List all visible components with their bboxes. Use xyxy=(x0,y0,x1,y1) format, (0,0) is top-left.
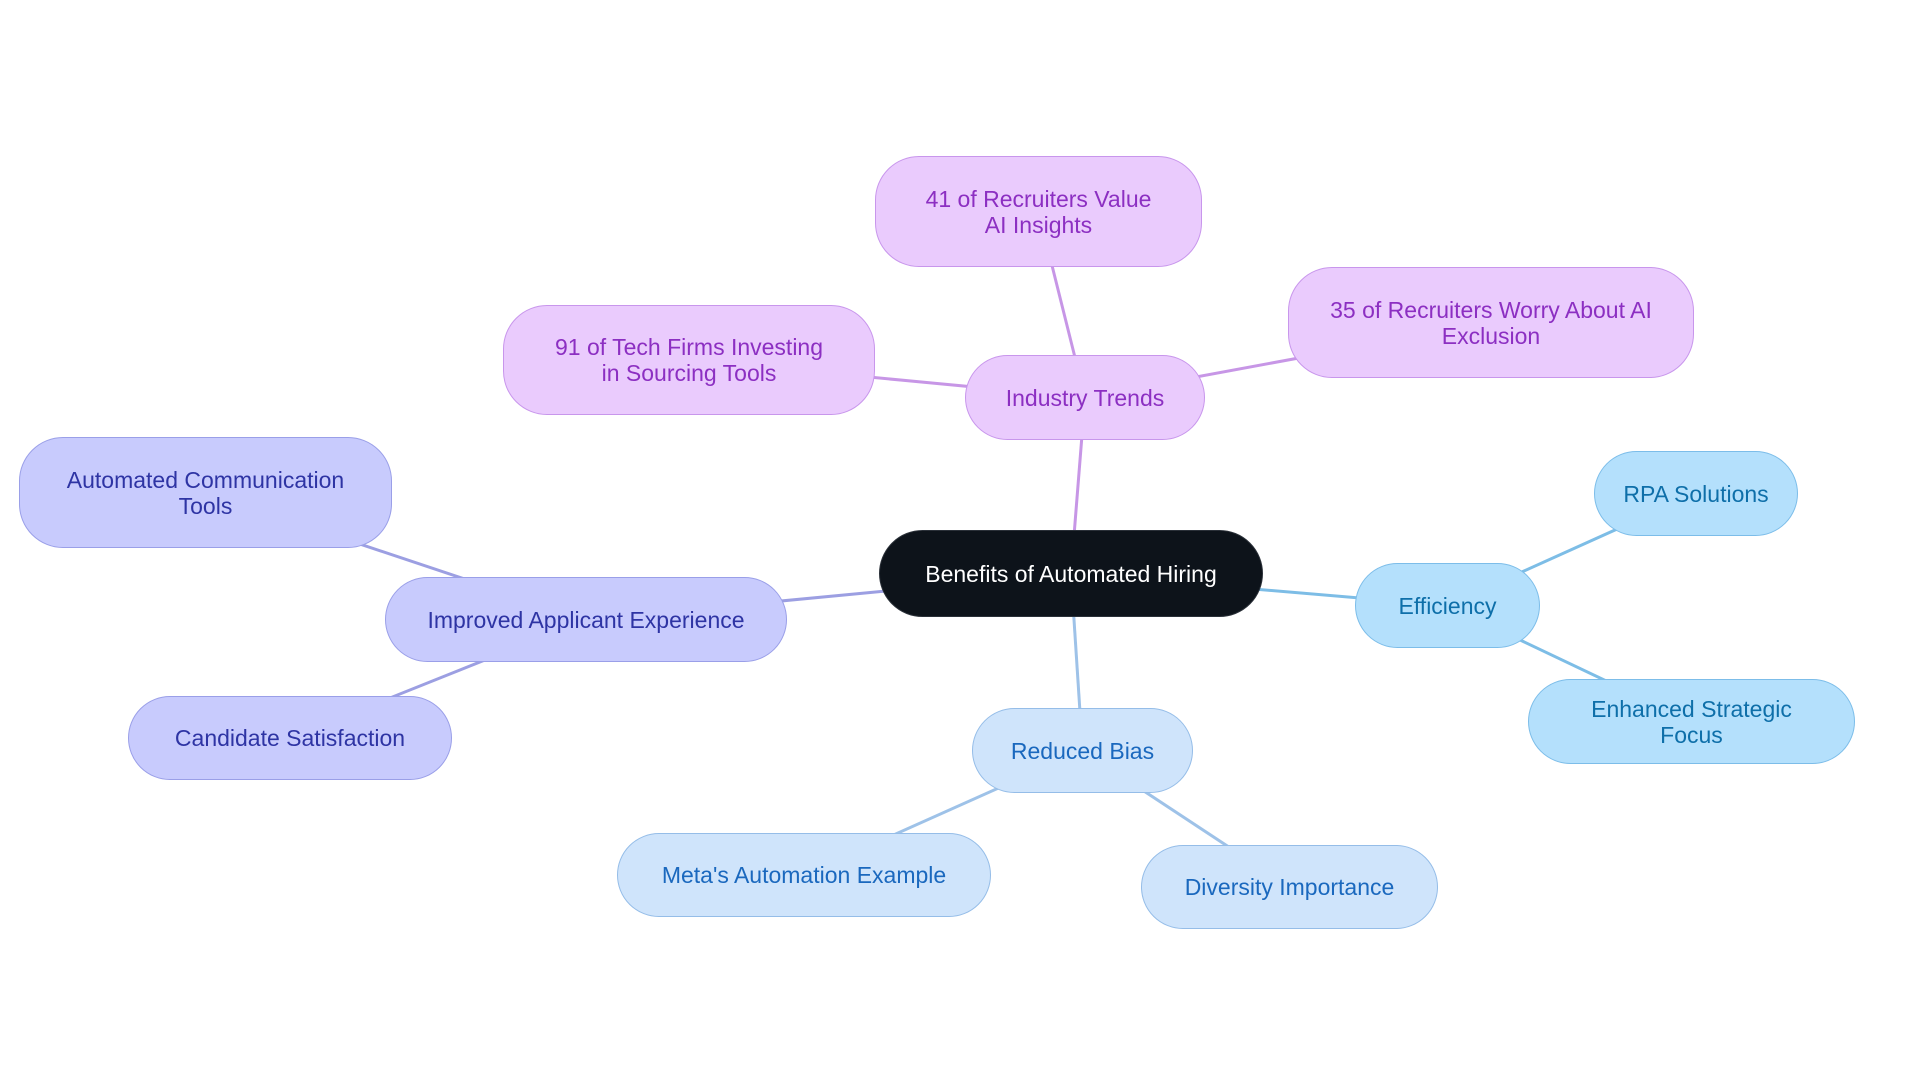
automated-communication-tools-label: Automated Communication Tools xyxy=(66,466,345,519)
enhanced-strategic-focus-node[interactable]: Enhanced Strategic Focus xyxy=(1528,679,1855,764)
root-node-label: Benefits of Automated Hiring xyxy=(925,560,1217,587)
candidate-satisfaction-label: Candidate Satisfaction xyxy=(174,725,406,751)
enhanced-strategic-focus-label: Enhanced Strategic Focus xyxy=(1591,695,1792,748)
root-node[interactable]: Benefits of Automated Hiring xyxy=(879,530,1263,617)
recruiters-worry-label: 35 of Recruiters Worry About AI Exclusio… xyxy=(1330,296,1652,349)
efficiency-label: Efficiency xyxy=(1398,592,1497,619)
improved-applicant-experience-node[interactable]: Improved Applicant Experience xyxy=(385,577,787,662)
automated-communication-tools-node[interactable]: Automated Communication Tools xyxy=(19,437,392,548)
meta-automation-example-label: Meta's Automation Example xyxy=(661,862,947,888)
industry-trends-label: Industry Trends xyxy=(1005,384,1165,411)
tech-firms-investing-label: 91 of Tech Firms Investing in Sourcing T… xyxy=(554,334,824,386)
meta-automation-example-node[interactable]: Meta's Automation Example xyxy=(617,833,991,917)
diversity-importance-label: Diversity Importance xyxy=(1184,874,1395,900)
industry-trends-node[interactable]: Industry Trends xyxy=(965,355,1205,440)
reduced-bias-label: Reduced Bias xyxy=(1010,737,1155,764)
recruiters-value-ai-label: 41 of Recruiters Value AI Insights xyxy=(925,185,1152,238)
improved-applicant-experience-label: Improved Applicant Experience xyxy=(427,606,745,633)
tech-firms-investing-node[interactable]: 91 of Tech Firms Investing in Sourcing T… xyxy=(503,305,875,415)
reduced-bias-node[interactable]: Reduced Bias xyxy=(972,708,1193,793)
candidate-satisfaction-node[interactable]: Candidate Satisfaction xyxy=(128,696,452,780)
efficiency-node[interactable]: Efficiency xyxy=(1355,563,1540,648)
recruiters-worry-node[interactable]: 35 of Recruiters Worry About AI Exclusio… xyxy=(1288,267,1694,378)
diversity-importance-node[interactable]: Diversity Importance xyxy=(1141,845,1438,929)
recruiters-value-ai-node[interactable]: 41 of Recruiters Value AI Insights xyxy=(875,156,1202,267)
rpa-solutions-node[interactable]: RPA Solutions xyxy=(1594,451,1798,536)
rpa-solutions-label: RPA Solutions xyxy=(1623,480,1769,507)
